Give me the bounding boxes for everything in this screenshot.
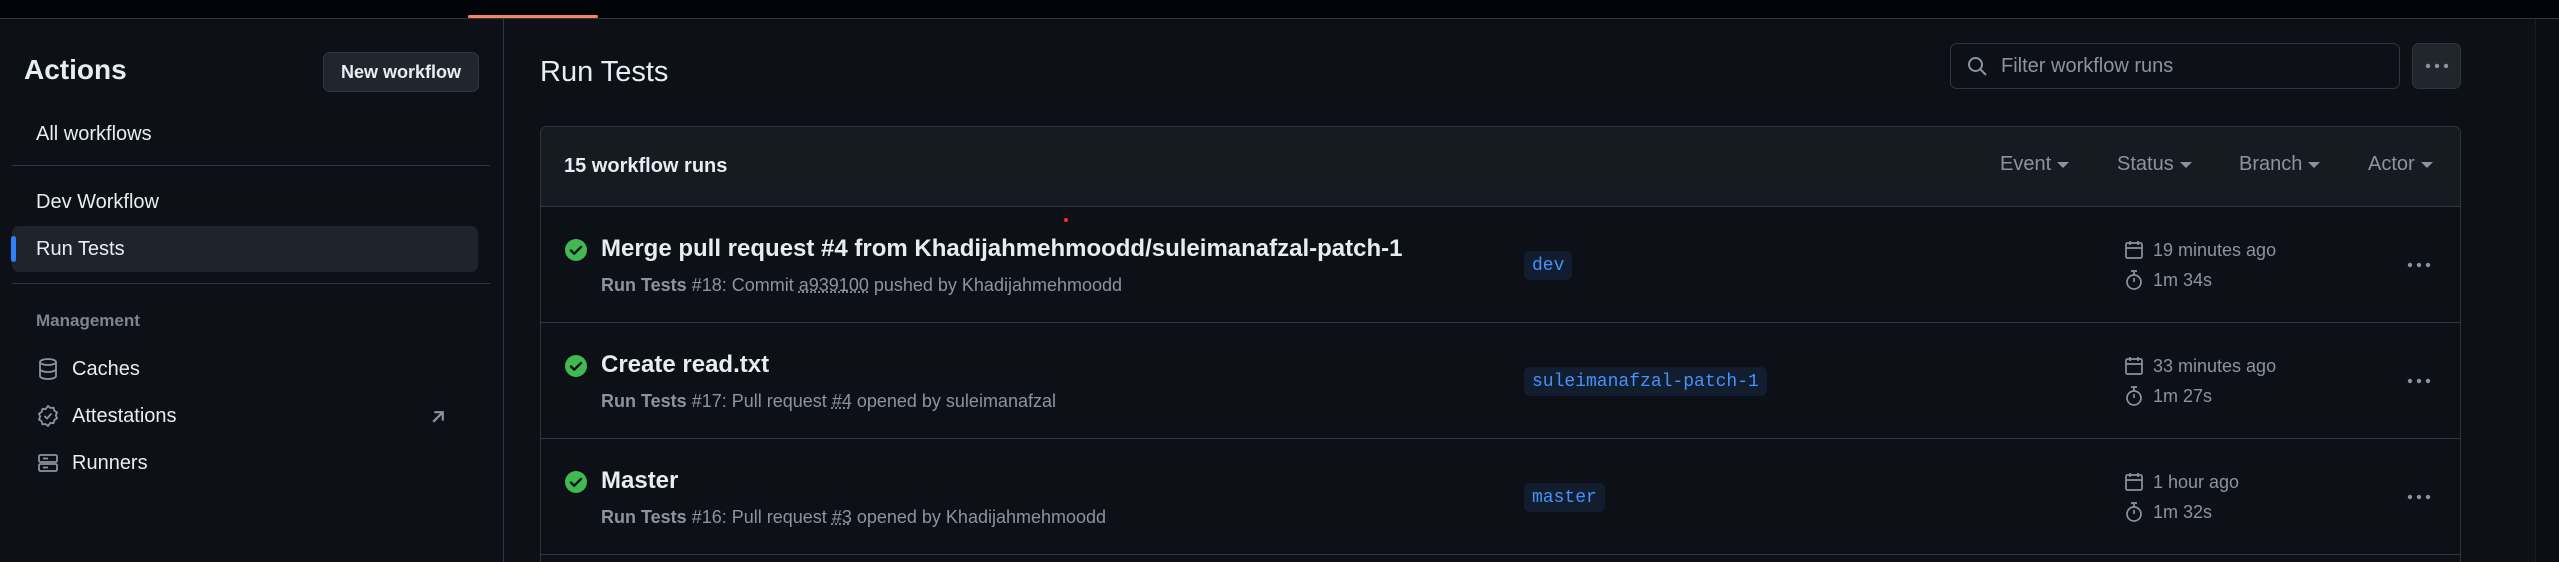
sidebar: Actions New workflow All workflows Dev W… bbox=[0, 19, 504, 562]
check-circle-fill-icon bbox=[565, 471, 587, 493]
page-title: Run Tests bbox=[540, 56, 669, 88]
workflow-run-row[interactable]: Merge pull request #4 from Khadijahmehmo… bbox=[541, 207, 2460, 323]
kebab-horizontal-icon bbox=[2425, 63, 2448, 69]
run-meta-prefix: : Pull request bbox=[721, 507, 832, 527]
search-icon bbox=[1968, 57, 1987, 76]
duration-label: 1m 34s bbox=[2153, 269, 2213, 290]
database-icon bbox=[39, 358, 57, 380]
run-duration: 1m 27s bbox=[2123, 385, 2212, 407]
status-filter[interactable]: Status bbox=[2117, 153, 2192, 176]
stopwatch-icon bbox=[2126, 386, 2142, 406]
branch-filter[interactable]: Branch bbox=[2239, 153, 2321, 176]
run-number: #16 bbox=[691, 507, 722, 527]
caret-down-icon bbox=[2420, 161, 2433, 168]
time-ago-label: 1 hour ago bbox=[2153, 471, 2240, 492]
run-duration: 1m 32s bbox=[2123, 501, 2212, 523]
search-field[interactable] bbox=[1950, 43, 2400, 89]
active-tab-indicator bbox=[468, 15, 598, 18]
run-title-link[interactable]: Create read.txt bbox=[601, 351, 769, 379]
duration-label: 1m 32s bbox=[2153, 501, 2213, 522]
run-meta-prefix: : Commit bbox=[721, 275, 799, 295]
run-meta-suffix: opened by suleimanafzal bbox=[851, 391, 1056, 411]
filter-label: Actor bbox=[2368, 153, 2415, 175]
runs-count: 15 workflow runs bbox=[564, 155, 728, 177]
branch-badge[interactable]: suleimanafzal-patch-1 bbox=[1524, 367, 1767, 396]
kebab-horizontal-icon bbox=[2407, 494, 2431, 500]
run-workflow-name: Run Tests bbox=[601, 391, 687, 411]
run-title-link[interactable]: Merge pull request #4 from Khadijahmehmo… bbox=[601, 235, 1402, 263]
branch-badge[interactable]: dev bbox=[1524, 251, 1573, 280]
sidebar-item-run-tests[interactable]: Run Tests bbox=[11, 226, 478, 272]
caret-down-icon bbox=[2057, 161, 2070, 168]
run-meta: Run Tests #16: Pull request #3 opened by… bbox=[601, 507, 1106, 528]
commit-link[interactable]: a939100 bbox=[799, 275, 869, 295]
sidebar-divider bbox=[12, 165, 490, 166]
sidebar-title: Actions bbox=[24, 54, 127, 85]
pull-request-link[interactable]: #4 bbox=[832, 391, 852, 411]
calendar-icon bbox=[2125, 241, 2143, 259]
time-ago-label: 19 minutes ago bbox=[2153, 239, 2277, 260]
caret-down-icon bbox=[2308, 161, 2321, 168]
server-icon bbox=[38, 454, 58, 472]
pull-request-link[interactable]: #3 bbox=[832, 507, 852, 527]
run-options-button[interactable] bbox=[2401, 482, 2437, 512]
run-time-ago: 19 minutes ago bbox=[2123, 239, 2276, 261]
filter-label: Branch bbox=[2239, 153, 2303, 175]
sidebar-item-runners[interactable]: Runners bbox=[12, 440, 478, 486]
cursor-marker bbox=[1064, 218, 1068, 222]
run-workflow-name: Run Tests bbox=[601, 275, 687, 295]
run-meta-prefix: : Pull request bbox=[721, 391, 832, 411]
verified-icon bbox=[37, 404, 59, 428]
sidebar-item-caches[interactable]: Caches bbox=[12, 346, 478, 392]
check-circle-fill-icon bbox=[565, 355, 587, 377]
top-navigation-bar bbox=[0, 0, 2559, 19]
event-filter[interactable]: Event bbox=[2000, 153, 2070, 176]
management-section-label: Management bbox=[36, 311, 140, 330]
sidebar-item-attestations[interactable]: Attestations bbox=[12, 393, 478, 439]
run-time-ago: 1 hour ago bbox=[2123, 471, 2239, 493]
actor-filter[interactable]: Actor bbox=[2368, 153, 2433, 176]
caret-down-icon bbox=[2179, 161, 2192, 168]
stopwatch-icon bbox=[2126, 270, 2142, 290]
kebab-horizontal-icon bbox=[2407, 262, 2431, 268]
more-options-button[interactable] bbox=[2412, 43, 2461, 89]
run-meta: Run Tests #18: Commit a939100 pushed by … bbox=[601, 275, 1122, 296]
search-input[interactable] bbox=[2001, 54, 2381, 78]
filter-label: Event bbox=[2000, 153, 2052, 175]
sidebar-item-label: Runners bbox=[72, 451, 148, 474]
run-number: #18 bbox=[691, 275, 722, 295]
sidebar-item-label: Caches bbox=[72, 357, 140, 380]
run-options-button[interactable] bbox=[2401, 366, 2437, 396]
workflow-run-row[interactable]: Master Run Tests #16: Pull request #3 op… bbox=[541, 439, 2460, 555]
run-options-button[interactable] bbox=[2401, 250, 2437, 280]
new-workflow-button[interactable]: New workflow bbox=[323, 52, 479, 92]
runs-list-header: 15 workflow runs Event Status Branch Act… bbox=[541, 127, 2460, 207]
external-link-icon bbox=[432, 411, 444, 423]
calendar-icon bbox=[2125, 357, 2143, 375]
branch-badge[interactable]: master bbox=[1524, 483, 1605, 512]
sidebar-item-label: Attestations bbox=[72, 404, 177, 427]
scrollbar-track[interactable] bbox=[2535, 19, 2559, 562]
duration-label: 1m 27s bbox=[2153, 385, 2213, 406]
kebab-horizontal-icon bbox=[2407, 378, 2431, 384]
run-time-ago: 33 minutes ago bbox=[2123, 355, 2276, 377]
run-number: #17 bbox=[691, 391, 722, 411]
time-ago-label: 33 minutes ago bbox=[2153, 355, 2277, 376]
run-duration: 1m 34s bbox=[2123, 269, 2212, 291]
calendar-icon bbox=[2125, 473, 2143, 491]
check-circle-fill-icon bbox=[565, 239, 587, 261]
workflow-runs-list: 15 workflow runs Event Status Branch Act… bbox=[540, 126, 2461, 562]
run-meta-suffix: pushed by Khadijahmehmoodd bbox=[868, 275, 1123, 295]
workflow-run-row[interactable]: Create read.txt Run Tests #17: Pull requ… bbox=[541, 323, 2460, 439]
run-workflow-name: Run Tests bbox=[601, 507, 687, 527]
sidebar-divider bbox=[12, 283, 490, 284]
sidebar-item-all-workflows[interactable]: All workflows bbox=[12, 111, 478, 157]
run-meta: Run Tests #17: Pull request #4 opened by… bbox=[601, 391, 1056, 412]
stopwatch-icon bbox=[2126, 502, 2142, 522]
run-meta-suffix: opened by Khadijahmehmoodd bbox=[851, 507, 1107, 527]
sidebar-item-dev-workflow[interactable]: Dev Workflow bbox=[12, 179, 478, 225]
run-title-link[interactable]: Master bbox=[601, 467, 678, 495]
filter-label: Status bbox=[2117, 153, 2174, 175]
